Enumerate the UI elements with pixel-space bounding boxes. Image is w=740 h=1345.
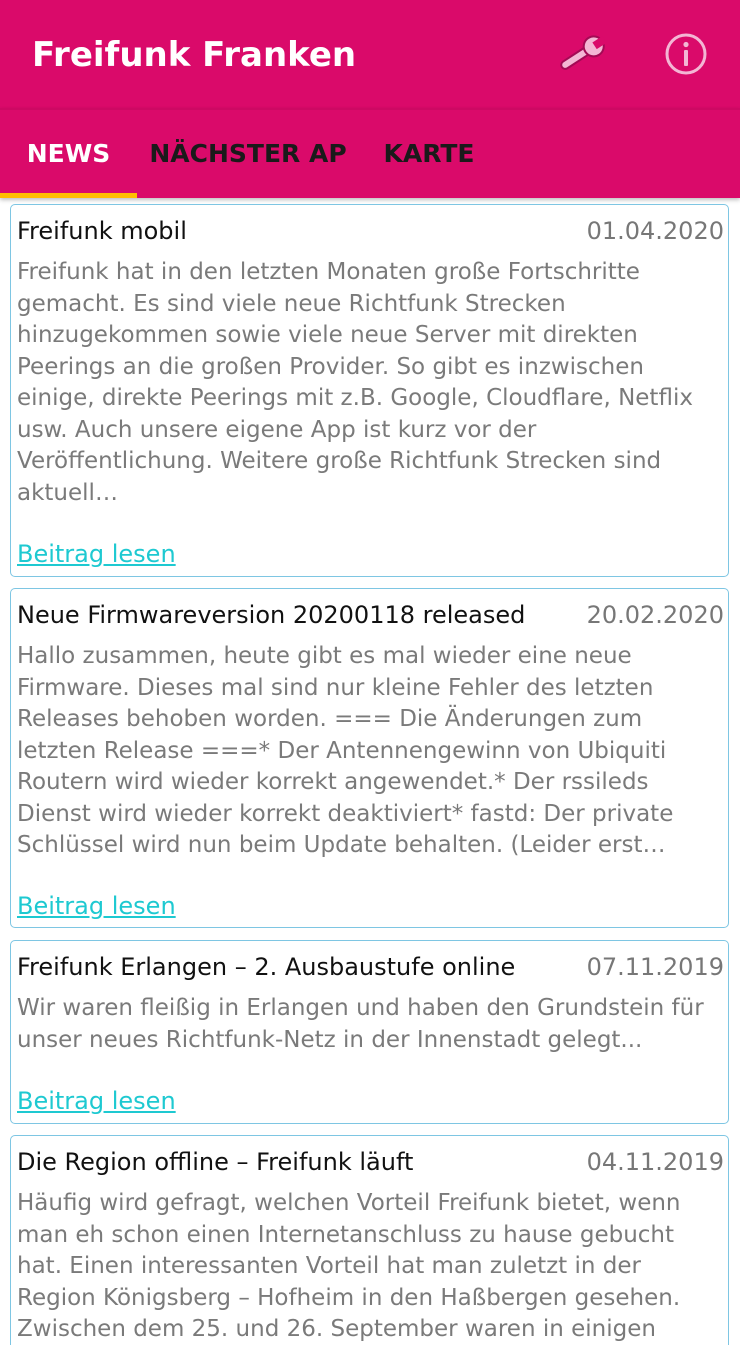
news-excerpt: Wir waren fleißig in Erlangen und haben … <box>17 995 704 1053</box>
news-title: Die Region offline – Freifunk läuft <box>17 1148 414 1176</box>
news-date: 20.02.2020 <box>586 601 724 629</box>
settings-button[interactable] <box>552 24 612 84</box>
tab-naechster-ap[interactable]: NÄCHSTER AP <box>137 108 359 198</box>
app-toolbar: Freifunk Franken <box>0 0 740 108</box>
read-more-link[interactable]: Beitrag lesen <box>17 539 176 569</box>
news-card[interactable]: Freifunk mobil 01.04.2020 Freifunk hat i… <box>10 204 729 577</box>
news-card[interactable]: Freifunk Erlangen – 2. Ausbaustufe onlin… <box>10 940 729 1124</box>
news-title: Freifunk Erlangen – 2. Ausbaustufe onlin… <box>17 953 516 981</box>
news-date: 01.04.2020 <box>586 217 724 245</box>
news-date: 04.11.2019 <box>586 1148 724 1176</box>
tab-bar: NEWS NÄCHSTER AP KARTE <box>0 108 740 198</box>
news-excerpt: Häufig wird gefragt, welchen Vorteil Fre… <box>17 1190 681 1342</box>
read-more-link[interactable]: Beitrag lesen <box>17 1086 176 1116</box>
news-excerpt: Hallo zusammen, heute gibt es mal wieder… <box>17 643 674 858</box>
news-title: Freifunk mobil <box>17 217 187 245</box>
news-list[interactable]: Freifunk mobil 01.04.2020 Freifunk hat i… <box>0 198 740 1345</box>
news-card[interactable]: Neue Firmwareversion 20200118 released 2… <box>10 588 729 928</box>
info-button[interactable] <box>656 24 716 84</box>
news-excerpt: Freifunk hat in den letzten Monaten groß… <box>17 259 693 506</box>
info-icon <box>665 33 707 75</box>
news-card[interactable]: Die Region offline – Freifunk läuft 04.1… <box>10 1135 729 1345</box>
tab-news[interactable]: NEWS <box>0 108 137 198</box>
app-screen: Freifunk Franken NEWS NÄCHSTER AP KARTE <box>0 0 740 1345</box>
wrench-icon <box>560 35 607 70</box>
news-date: 07.11.2019 <box>586 953 724 981</box>
read-more-link[interactable]: Beitrag lesen <box>17 891 176 921</box>
news-title: Neue Firmwareversion 20200118 released <box>17 601 526 629</box>
app-title: Freifunk Franken <box>32 35 357 75</box>
tab-karte[interactable]: KARTE <box>359 108 499 198</box>
